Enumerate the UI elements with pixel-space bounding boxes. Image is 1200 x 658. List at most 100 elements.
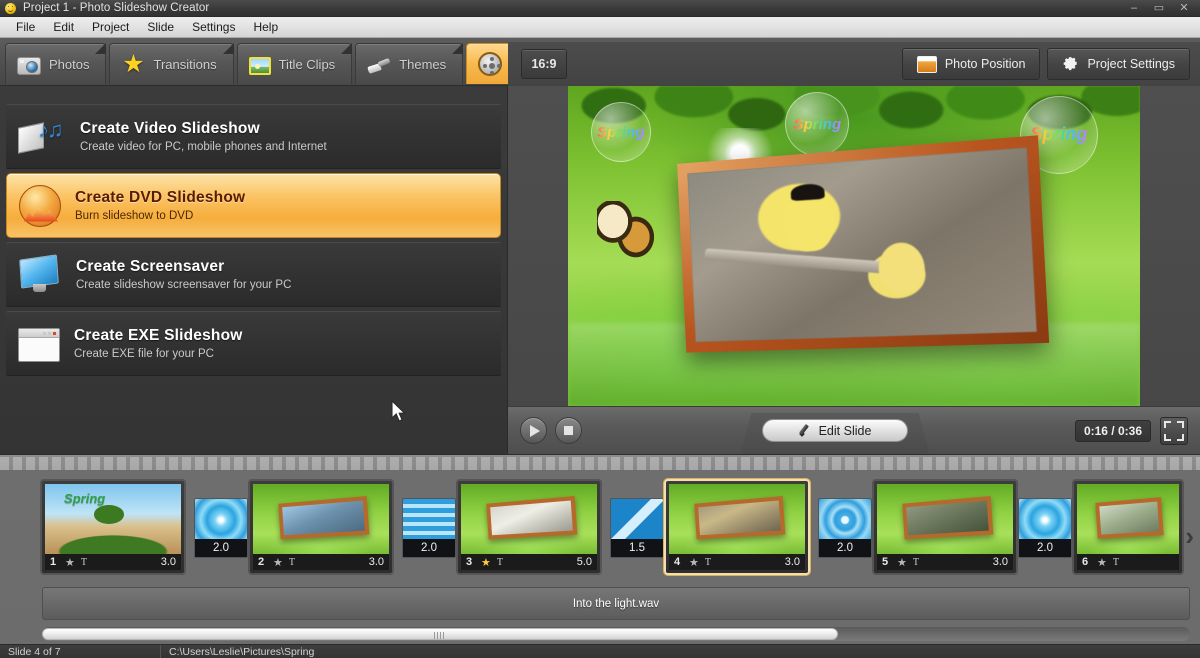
create-exe-slideshow-option[interactable]: Create EXE Slideshow Create EXE file for… <box>6 311 501 376</box>
title-bar: Project 1 - Photo Slideshow Creator – ▭ … <box>0 0 1200 17</box>
text-marker-icon[interactable]: T <box>705 557 711 568</box>
menu-file[interactable]: File <box>8 18 43 36</box>
slide-number: 4 <box>674 556 681 568</box>
timeline-slide[interactable]: 6 ★ T <box>1072 479 1184 575</box>
option-title: Create Video Slideshow <box>80 120 260 137</box>
tab-title-clips[interactable]: Title Clips <box>236 43 353 84</box>
slide-duration[interactable]: 3.0 <box>993 556 1008 568</box>
menu-help[interactable]: Help <box>245 18 286 36</box>
menu-bar: File Edit Project Slide Settings Help <box>0 17 1200 38</box>
text-marker-icon[interactable]: T <box>81 557 87 568</box>
slide-duration[interactable]: 5.0 <box>577 556 592 568</box>
create-video-slideshow-option[interactable]: Create Video Slideshow Create video for … <box>6 104 501 169</box>
transition-duration[interactable]: 2.0 <box>1019 539 1071 557</box>
slide-meta: 3 ★ T 5.0 <box>461 554 597 570</box>
slide-number: 5 <box>882 556 889 568</box>
slide-number: 3 <box>466 556 473 568</box>
audio-track[interactable]: Into the light.wav <box>42 587 1190 620</box>
transition-duration[interactable]: 2.0 <box>819 539 871 557</box>
text-marker-icon[interactable]: T <box>1113 557 1119 568</box>
slide-strip[interactable]: 1 ★ T 3.0 2.0 2 ★ T 3.0 <box>0 471 1200 581</box>
edit-slide-label: Edit Slide <box>818 423 872 438</box>
option-subtitle: Create video for PC, mobile phones and I… <box>80 141 327 153</box>
tab-transitions[interactable]: ★ Transitions <box>109 43 234 84</box>
timeline-transition[interactable]: 2.0 <box>818 498 872 558</box>
mouse-cursor <box>391 400 406 422</box>
transition-duration[interactable]: 1.5 <box>611 539 663 557</box>
transition-duration[interactable]: 2.0 <box>195 539 247 557</box>
effect-star-icon[interactable]: ★ <box>689 556 699 569</box>
next-slides-arrow[interactable]: › <box>1185 523 1194 549</box>
slide-duration[interactable]: 3.0 <box>785 556 800 568</box>
slide-thumbnail <box>461 484 597 555</box>
effect-star-icon[interactable]: ★ <box>65 556 75 569</box>
slide-thumbnail <box>877 484 1013 555</box>
timeline-scrollbar[interactable] <box>42 627 1190 641</box>
tab-themes[interactable]: Themes <box>355 43 464 84</box>
timeline-slide[interactable]: 2 ★ T 3.0 <box>248 479 394 575</box>
transition-preview <box>403 499 455 541</box>
timeline-scrollbar-thumb[interactable] <box>42 628 838 640</box>
minimize-button[interactable]: – <box>1128 3 1140 14</box>
maximize-button[interactable]: ▭ <box>1153 3 1165 14</box>
fullscreen-icon <box>1164 420 1171 428</box>
timeline-slide[interactable]: 1 ★ T 3.0 <box>40 479 186 575</box>
slide-number: 2 <box>258 556 265 568</box>
timeline-transition[interactable]: 2.0 <box>402 498 456 558</box>
text-marker-icon[interactable]: T <box>913 557 919 568</box>
tab-label: Title Clips <box>278 56 336 72</box>
project-settings-button[interactable]: Project Settings <box>1047 48 1190 80</box>
goldfinch-lower <box>874 238 930 295</box>
effect-star-icon[interactable]: ★ <box>481 556 491 569</box>
timeline-slide[interactable]: 5 ★ T 3.0 <box>872 479 1018 575</box>
photo-frame <box>677 135 1050 354</box>
effect-star-icon[interactable]: ★ <box>1097 556 1107 569</box>
edit-slide-button[interactable]: Edit Slide <box>762 419 908 442</box>
play-button[interactable] <box>520 417 547 444</box>
stop-button[interactable] <box>555 417 582 444</box>
timeline-transition[interactable]: 2.0 <box>194 498 248 558</box>
photo-position-button[interactable]: Photo Position <box>901 48 1041 80</box>
timeline-transition[interactable]: 1.5 <box>610 498 664 558</box>
camera-icon <box>17 56 41 75</box>
fullscreen-button[interactable] <box>1160 416 1188 445</box>
slide-duration[interactable]: 3.0 <box>369 556 384 568</box>
scrollbar-grip <box>434 632 446 639</box>
menu-edit[interactable]: Edit <box>45 18 82 36</box>
effect-star-icon[interactable]: ★ <box>897 556 907 569</box>
close-button[interactable]: ✕ <box>1178 3 1190 14</box>
window-buttons: – ▭ ✕ <box>1128 0 1196 17</box>
slide-meta: 5 ★ T 3.0 <box>877 554 1013 570</box>
effect-star-icon[interactable]: ★ <box>273 556 283 569</box>
menu-settings[interactable]: Settings <box>184 18 243 36</box>
slide-thumbnail <box>253 484 389 555</box>
menu-slide[interactable]: Slide <box>139 18 182 36</box>
transition-preview <box>195 499 247 541</box>
audio-track-label: Into the light.wav <box>572 597 660 610</box>
create-dvd-slideshow-option[interactable]: Create DVD Slideshow Burn slideshow to D… <box>6 173 501 422</box>
slide-duration[interactable]: 3.0 <box>161 556 176 568</box>
bubble-text: Spring <box>1030 124 1088 145</box>
timeline-transition[interactable]: 2.0 <box>1018 498 1072 558</box>
text-marker-icon[interactable]: T <box>497 557 503 568</box>
preview-stage[interactable]: Spring Spring Spring <box>568 86 1140 406</box>
transition-preview <box>1019 499 1071 541</box>
create-screensaver-option[interactable]: Create Screensaver Create slideshow scre… <box>6 242 501 307</box>
goldfinch-upper <box>777 186 841 254</box>
transition-duration[interactable]: 2.0 <box>403 539 455 557</box>
status-bar: Slide 4 of 7 C:\Users\Leslie\Pictures\Sp… <box>0 644 1200 658</box>
option-subtitle: Burn slideshow to DVD <box>75 210 194 222</box>
text-marker-icon[interactable]: T <box>289 557 295 568</box>
slide-meta: 2 ★ T 3.0 <box>253 554 389 570</box>
create-options-panel: Create Video Slideshow Create video for … <box>0 86 508 454</box>
aspect-ratio-button[interactable]: 16:9 <box>521 49 567 79</box>
menu-project[interactable]: Project <box>84 18 137 36</box>
window-title: Project 1 - Photo Slideshow Creator <box>23 2 210 14</box>
tab-photos[interactable]: Photos <box>5 43 107 84</box>
dvd-burn-icon <box>19 184 61 227</box>
time-display: 0:16 / 0:36 <box>1074 419 1151 442</box>
preview-toolbar: 16:9 Photo Position Project Settings <box>508 42 1200 86</box>
timeline-slide-active[interactable]: 4 ★ T 3.0 <box>664 479 810 575</box>
timeline-slide[interactable]: 3 ★ T 5.0 <box>456 479 602 575</box>
tab-label: Themes <box>399 56 447 72</box>
